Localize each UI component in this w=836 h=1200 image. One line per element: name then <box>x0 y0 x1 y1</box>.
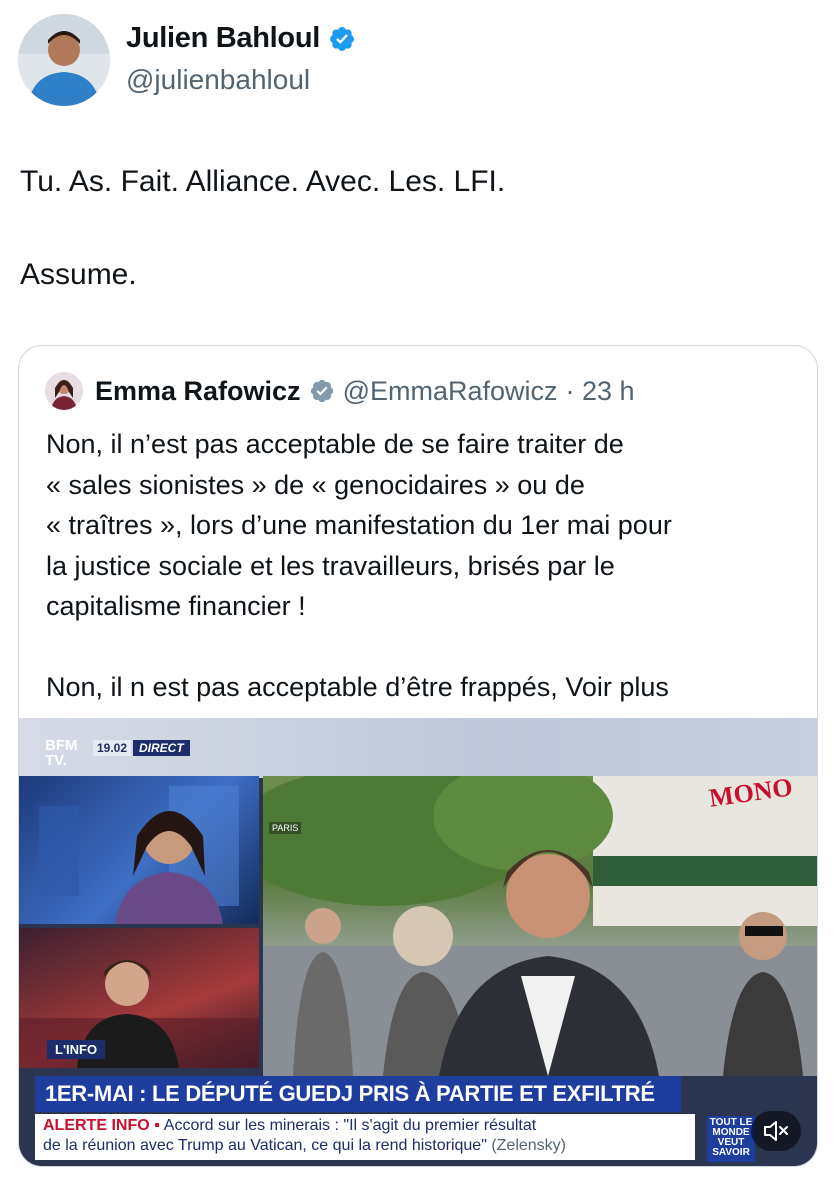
author-display-name[interactable]: Julien Bahloul <box>126 22 320 55</box>
promo-logo: TOUT LE MONDE VEUT SAVOIR <box>707 1116 755 1162</box>
ticker-source: (Zelensky) <box>491 1137 567 1154</box>
quoted-text-line: « traîtres », lors d’une manifestation d… <box>46 510 672 540</box>
location-label: PARIS <box>269 822 302 834</box>
mute-button[interactable] <box>751 1111 801 1151</box>
author-avatar[interactable] <box>18 14 110 106</box>
quoted-text-truncated: Non, il n est pas acceptable d’être frap… <box>46 671 566 702</box>
news-ticker: ALERTE INFO ▪ Accord sur les minerais : "… <box>35 1114 695 1160</box>
broadcast-time: 19.02 <box>93 740 132 756</box>
street-footage <box>233 761 817 1076</box>
ticker-text-2: de la réunion avec Trump au Vatican, ce … <box>43 1137 487 1154</box>
tweet-text-line-1: Tu. As. Fait. Alliance. Avec. Les. LFI. <box>20 165 506 198</box>
verified-badge-icon <box>310 379 333 403</box>
tweet-text-line-2: Assume. <box>20 258 137 291</box>
quoted-tweet-text: Non, il n’est pas acceptable de se faire… <box>46 424 806 707</box>
quoted-author-name[interactable]: Emma Rafowicz <box>95 376 301 407</box>
quoted-tweet-card[interactable]: Emma Rafowicz @EmmaRafowicz · 23 h Non, … <box>18 345 818 1167</box>
quoted-text-line: capitalisme financier ! <box>46 591 306 621</box>
author-handle[interactable]: @julienbahloul <box>126 64 310 96</box>
studio-presenter-panel <box>19 776 259 924</box>
quoted-tweet-header: Emma Rafowicz @EmmaRafowicz · 23 h <box>45 372 635 410</box>
quoted-tweet-time[interactable]: · 23 h <box>566 376 635 407</box>
quoted-text-line: la justice sociale et les travailleurs, … <box>46 550 615 581</box>
quoted-author-handle[interactable]: @EmmaRafowicz <box>343 376 558 407</box>
alert-label: ALERTE INFO ▪ <box>43 1117 160 1134</box>
news-headline-chyron: 1ER-MAI : LE DÉPUTÉ GUEDJ PRIS À PARTIE … <box>35 1076 681 1112</box>
author-name-row: Julien Bahloul <box>126 22 356 55</box>
bfmtv-logo: BFM TV. <box>45 737 78 769</box>
quoted-text-last-line: Non, il n est pas acceptable d’être frap… <box>46 667 806 708</box>
ticker-line-1: ALERTE INFO ▪ Accord sur les minerais : "… <box>43 1116 687 1136</box>
quoted-text-line: Non, il n’est pas acceptable de se faire… <box>46 429 624 459</box>
see-more-link[interactable]: Voir plus <box>565 672 669 702</box>
section-badge: L'INFO <box>47 1040 106 1059</box>
live-badge: DIRECT <box>133 740 190 756</box>
quoted-text-line: « sales sionistes » de « genocidaires » … <box>46 469 585 500</box>
quoted-tweet-video[interactable]: BFM TV. 19.02 DIRECT L'INFO PARIS MONO 1… <box>19 718 817 1166</box>
quoted-author-avatar[interactable] <box>45 372 83 410</box>
speaker-muted-icon <box>764 1121 788 1141</box>
ticker-text-1: Accord sur les minerais : "Il s'agit du … <box>163 1117 537 1134</box>
verified-badge-icon <box>330 26 354 51</box>
ticker-line-2: de la réunion avec Trump au Vatican, ce … <box>43 1136 687 1156</box>
